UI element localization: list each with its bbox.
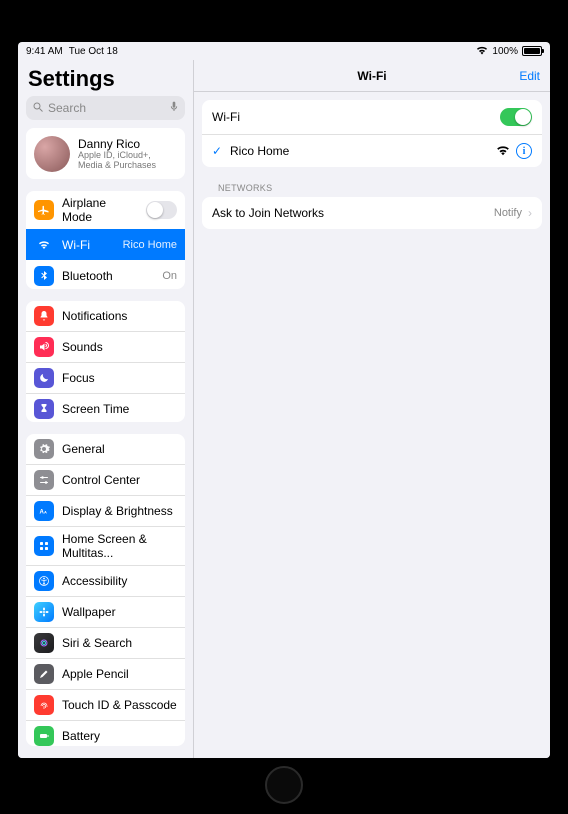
wifi-label: Wi-Fi: [212, 110, 240, 124]
gear-icon: [34, 439, 54, 459]
sidebar-notifications-label: Notifications: [62, 309, 127, 323]
wifi-toggle-row: Wi-Fi: [202, 100, 542, 134]
wifi-icon: [34, 235, 54, 255]
sidebar-control-label: Control Center: [62, 473, 140, 487]
sidebar-item-battery[interactable]: Battery: [26, 720, 185, 746]
search-input[interactable]: Search: [26, 96, 185, 120]
sidebar-accessibility-label: Accessibility: [62, 574, 127, 588]
sidebar-wifi-value: Rico Home: [123, 239, 177, 251]
home-button[interactable]: [265, 766, 303, 804]
speaker-icon: [34, 337, 54, 357]
sidebar-group-connectivity: Airplane Mode Wi-Fi Rico Home: [26, 191, 185, 289]
info-icon[interactable]: i: [516, 143, 532, 159]
sidebar-item-accessibility[interactable]: Accessibility: [26, 565, 185, 596]
settings-title: Settings: [18, 60, 193, 96]
sidebar-homescreen-label: Home Screen & Multitas...: [62, 532, 177, 560]
wifi-signal-icon: [496, 144, 510, 159]
battery-icon: [34, 726, 54, 746]
sidebar-display-label: Display & Brightness: [62, 504, 173, 518]
check-icon: ✓: [212, 144, 224, 158]
sidebar-siri-label: Siri & Search: [62, 636, 132, 650]
sidebar-item-wifi[interactable]: Wi-Fi Rico Home: [26, 229, 185, 260]
sidebar-general-label: General: [62, 442, 105, 456]
bell-icon: [34, 306, 54, 326]
grid-icon: [34, 536, 54, 556]
sidebar-item-bluetooth[interactable]: Bluetooth On: [26, 260, 185, 289]
networks-section-label: Networks: [202, 171, 542, 197]
screen: 9:41 AM Tue Oct 18 100% Settings: [18, 42, 550, 758]
sidebar-focus-label: Focus: [62, 371, 95, 385]
sidebar-item-control-center[interactable]: Control Center: [26, 464, 185, 495]
sidebar-group-alerts: Notifications Sounds Focus: [26, 301, 185, 422]
sidebar-airplane-label: Airplane Mode: [62, 196, 138, 224]
sidebar-item-airplane[interactable]: Airplane Mode: [26, 191, 185, 229]
sidebar-item-sounds[interactable]: Sounds: [26, 331, 185, 362]
bluetooth-icon: [34, 266, 54, 286]
ask-join-label: Ask to Join Networks: [212, 206, 324, 220]
sidebar-group-general: General Control Center AA Display & Brig…: [26, 434, 185, 746]
edit-button[interactable]: Edit: [519, 69, 540, 83]
mic-icon[interactable]: [169, 101, 179, 116]
sidebar-item-notifications[interactable]: Notifications: [26, 301, 185, 331]
moon-icon: [34, 368, 54, 388]
status-time: 9:41 AM: [26, 46, 63, 57]
sidebar-sounds-label: Sounds: [62, 340, 103, 354]
sidebar-item-wallpaper[interactable]: Wallpaper: [26, 596, 185, 627]
sidebar-wallpaper-label: Wallpaper: [62, 605, 116, 619]
sidebar-wifi-label: Wi-Fi: [62, 238, 90, 252]
sidebar-item-siri[interactable]: Siri & Search: [26, 627, 185, 658]
sidebar-touchid-label: Touch ID & Passcode: [62, 698, 177, 712]
airplane-toggle[interactable]: [146, 201, 177, 219]
svg-text:A: A: [44, 510, 47, 515]
sliders-icon: [34, 470, 54, 490]
flower-icon: [34, 602, 54, 622]
sidebar-item-display[interactable]: AA Display & Brightness: [26, 495, 185, 526]
sidebar-screentime-label: Screen Time: [62, 402, 129, 416]
ask-to-join-row[interactable]: Ask to Join Networks Notify ›: [202, 197, 542, 229]
sidebar-battery-label: Battery: [62, 729, 100, 743]
text-size-icon: AA: [34, 501, 54, 521]
sidebar-item-apple-pencil[interactable]: Apple Pencil: [26, 658, 185, 689]
pencil-icon: [34, 664, 54, 684]
detail-header: Wi-Fi Edit: [194, 60, 550, 92]
ipad-device-frame: 9:41 AM Tue Oct 18 100% Settings: [0, 0, 568, 814]
avatar: [34, 136, 70, 172]
wifi-toggle[interactable]: [500, 108, 532, 126]
battery-percent: 100%: [492, 46, 518, 57]
current-network-row[interactable]: ✓ Rico Home i: [202, 134, 542, 167]
wifi-detail-pane: Wi-Fi Edit Wi-Fi ✓ Rico Home: [193, 60, 550, 758]
status-date: Tue Oct 18: [69, 46, 118, 57]
search-icon: [32, 101, 44, 116]
accessibility-icon: [34, 571, 54, 591]
settings-sidebar: Settings Search: [18, 60, 193, 758]
fingerprint-icon: [34, 695, 54, 715]
sidebar-item-screen-time[interactable]: Screen Time: [26, 393, 185, 422]
profile-name: Danny Rico: [78, 137, 177, 151]
status-bar: 9:41 AM Tue Oct 18 100%: [18, 42, 550, 60]
search-placeholder: Search: [48, 101, 86, 115]
profile-sub: Apple ID, iCloud+, Media & Purchases: [78, 151, 177, 171]
current-network: Rico Home: [230, 144, 289, 158]
detail-title: Wi-Fi: [357, 69, 386, 83]
airplane-icon: [34, 200, 54, 220]
chevron-right-icon: ›: [528, 206, 532, 220]
sidebar-bluetooth-label: Bluetooth: [62, 269, 113, 283]
hourglass-icon: [34, 399, 54, 419]
siri-icon: [34, 633, 54, 653]
sidebar-item-focus[interactable]: Focus: [26, 362, 185, 393]
sidebar-item-general[interactable]: General: [26, 434, 185, 464]
sidebar-item-home-screen[interactable]: Home Screen & Multitas...: [26, 526, 185, 565]
sidebar-pencil-label: Apple Pencil: [62, 667, 129, 681]
ask-join-value: Notify: [494, 207, 522, 219]
sidebar-item-touch-id[interactable]: Touch ID & Passcode: [26, 689, 185, 720]
wifi-icon: [476, 45, 488, 58]
battery-icon: [522, 46, 542, 56]
sidebar-bluetooth-value: On: [162, 270, 177, 282]
apple-id-card[interactable]: Danny Rico Apple ID, iCloud+, Media & Pu…: [26, 128, 185, 179]
